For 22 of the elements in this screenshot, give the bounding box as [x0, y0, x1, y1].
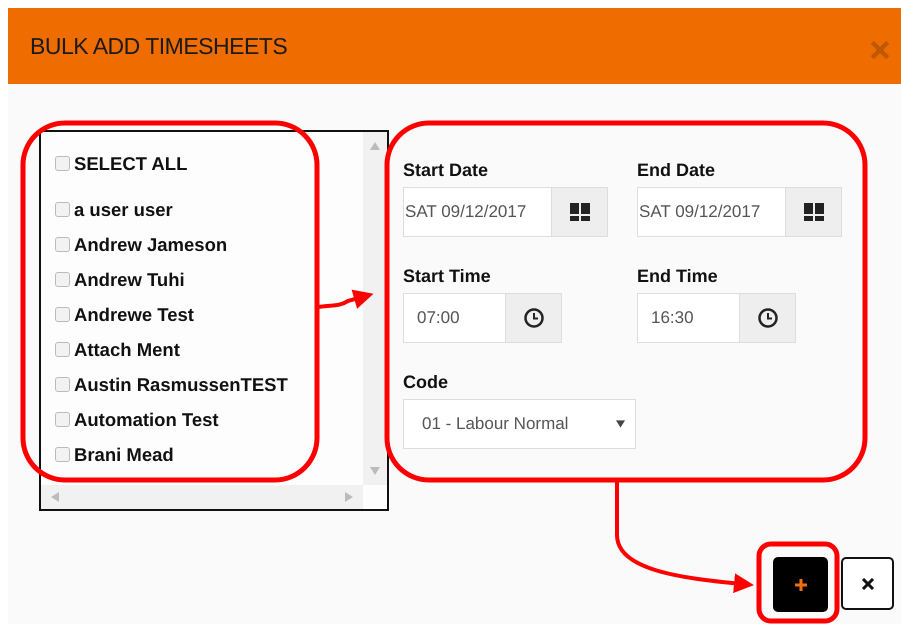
annotation-arrow [318, 290, 374, 309]
select-all-checkbox[interactable]: SELECT ALL [55, 149, 363, 178]
dropdown-caret-icon [616, 420, 625, 428]
user-checkbox[interactable]: Andrew Tuhi [55, 262, 363, 297]
user-checkbox[interactable]: Brani Mead [55, 437, 363, 472]
user-checkbox[interactable]: a user user [55, 192, 363, 227]
close-icon [862, 578, 874, 590]
user-checkbox[interactable]: Automation Test [55, 402, 363, 437]
user-checkbox[interactable]: Andrew Jameson [55, 227, 363, 262]
user-checkbox[interactable]: Austin RasmussenTEST [55, 367, 363, 402]
cancel-button[interactable] [841, 557, 894, 610]
field-label: Code [403, 372, 449, 393]
user-checkbox[interactable]: Andrewe Test [55, 297, 363, 332]
user-checkbox[interactable]: Attach Ment [55, 332, 363, 367]
field-label: Start Date [403, 160, 490, 181]
add-button[interactable] [773, 557, 828, 612]
code-dropdown[interactable]: 01 - Labour Normal [403, 399, 636, 449]
field-label: End Date [637, 160, 716, 181]
dialog-title: BULK ADD TIMESHEETS [30, 33, 288, 60]
field-label: End Time [637, 266, 719, 287]
plus-icon [794, 578, 808, 592]
field-label: Start Time [403, 266, 492, 287]
